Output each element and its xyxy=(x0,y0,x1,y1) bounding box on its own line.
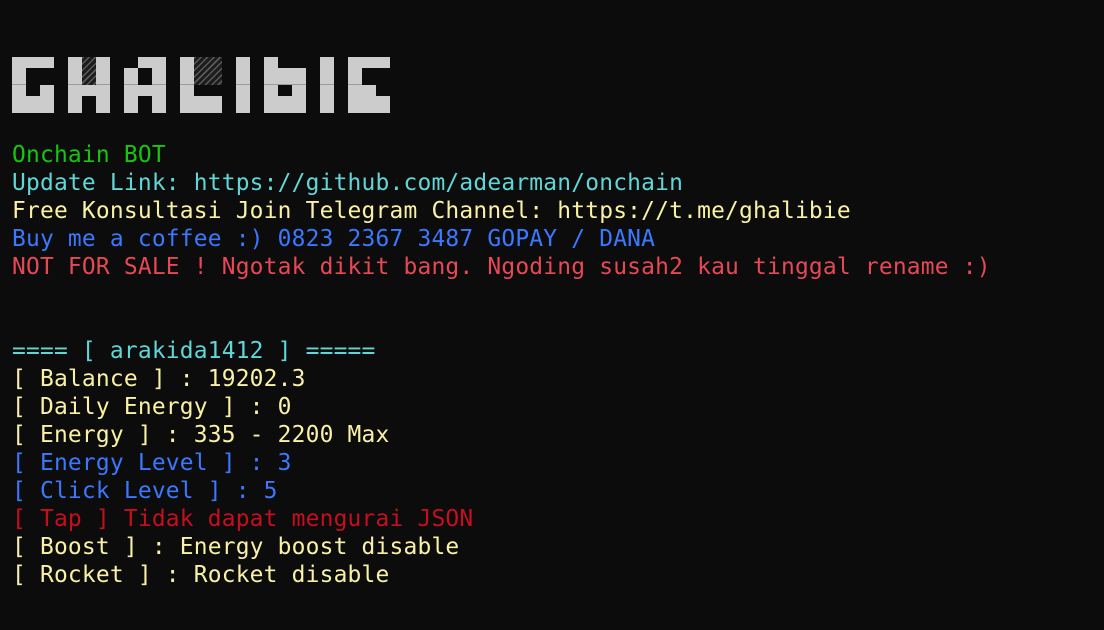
logo-seam xyxy=(152,84,166,85)
logo-seam xyxy=(180,84,194,85)
logo-block xyxy=(180,57,194,113)
logo-seam xyxy=(264,84,306,85)
logo-seam xyxy=(124,84,138,85)
boost-line: [ Boost ] : Energy boost disable xyxy=(12,534,460,560)
daily-energy-line: [ Daily Energy ] : 0 xyxy=(12,394,292,420)
logo-block xyxy=(264,57,278,113)
logo-shade xyxy=(194,57,222,85)
logo-block xyxy=(362,96,390,113)
logo-block xyxy=(138,57,166,68)
logo-block xyxy=(12,57,54,68)
logo-seam xyxy=(348,84,362,85)
balance-line: [ Balance ] : 19202.3 xyxy=(12,366,306,392)
terminal-window[interactable]: Onchain BOT Update Link: https://github.… xyxy=(0,0,1104,630)
logo-seam xyxy=(320,84,334,85)
logo-block xyxy=(40,85,54,113)
bot-title: Onchain BOT xyxy=(12,142,166,168)
logo-block xyxy=(348,57,390,68)
logo-seam xyxy=(12,84,26,85)
energy-level-line: [ Energy Level ] : 3 xyxy=(12,450,292,476)
tap-error-line: [ Tap ] Tidak dapat mengurai JSON xyxy=(12,506,474,532)
logo-seam xyxy=(68,84,82,85)
rocket-line: [ Rocket ] : Rocket disable xyxy=(12,562,390,588)
telegram-line: Free Konsultasi Join Telegram Channel: h… xyxy=(12,198,851,224)
logo-block xyxy=(152,68,166,113)
warning-line: NOT FOR SALE ! Ngotak dikit bang. Ngodin… xyxy=(12,254,991,280)
logo-block xyxy=(194,96,222,113)
logo-block xyxy=(362,85,376,96)
logo-block xyxy=(292,85,306,96)
account-separator: ==== [ arakida1412 ] ===== xyxy=(12,338,376,364)
logo-block xyxy=(82,85,96,96)
logo-seam xyxy=(236,84,250,85)
logo-seam xyxy=(96,84,110,85)
energy-line: [ Energy ] : 335 - 2200 Max xyxy=(12,422,390,448)
terminal-output: Onchain BOT Update Link: https://github.… xyxy=(12,141,1102,589)
logo-block xyxy=(26,96,40,113)
logo-block xyxy=(96,57,110,113)
click-level-line: [ Click Level ] : 5 xyxy=(12,478,278,504)
logo-block xyxy=(236,57,250,113)
logo-block xyxy=(278,96,306,113)
logo-shade xyxy=(82,57,96,85)
donate-line: Buy me a coffee :) 0823 2367 3487 GOPAY … xyxy=(12,226,656,252)
ghalibie-logo xyxy=(0,0,400,120)
logo-block xyxy=(320,57,334,113)
logo-block xyxy=(124,68,138,113)
logo-block xyxy=(278,68,306,85)
logo-block xyxy=(12,68,26,113)
logo-block xyxy=(348,68,362,113)
logo-block xyxy=(68,57,82,113)
update-link-line: Update Link: https://github.com/adearman… xyxy=(12,170,684,196)
logo-block xyxy=(138,85,152,96)
